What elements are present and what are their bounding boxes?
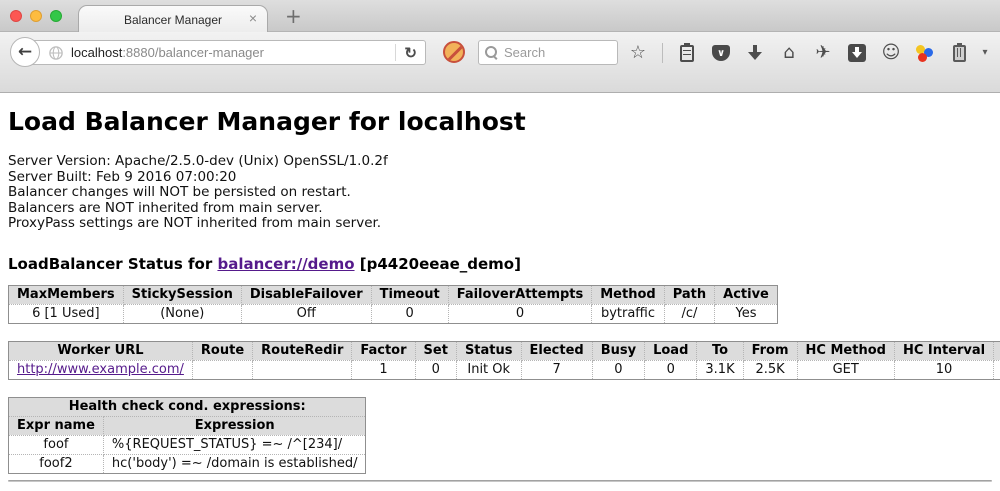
back-button[interactable]: ← [10, 37, 40, 67]
server-built-line: Server Built: Feb 9 2016 07:00:20 [8, 170, 992, 186]
search-icon [485, 46, 498, 59]
traffic-lights [10, 10, 62, 22]
table-header-row: Expr name Expression [9, 416, 366, 435]
zoom-window-button[interactable] [50, 10, 62, 22]
reload-icon[interactable]: ↻ [402, 44, 425, 62]
worker-row: http://www.example.com/ 1 0 Init Ok 7 0 … [9, 360, 1000, 379]
window-titlebar: Balancer Manager × + [0, 0, 1000, 32]
balancer-demo-link[interactable]: balancer://demo [217, 255, 354, 273]
toolbar-buttons: ☆ ∨ ⌂ ✈ ☺ ▾ [628, 39, 1000, 67]
table-header-row: MaxMembers StickySession DisableFailover… [9, 285, 778, 304]
send-tab-icon[interactable]: ✈ [813, 41, 833, 65]
tab-close-icon[interactable]: × [249, 11, 257, 25]
proxypass-note-line: ProxyPass settings are NOT inherited fro… [8, 216, 992, 232]
footer-divider [8, 480, 992, 482]
bookmark-star-icon[interactable]: ☆ [628, 41, 648, 65]
url-path-text: :8880/balancer-manager [122, 45, 264, 60]
tab-title: Balancer Manager [124, 13, 222, 27]
server-info: Server Version: Apache/2.5.0-dev (Unix) … [8, 154, 992, 232]
downloads-icon[interactable] [745, 41, 765, 65]
battery-extension-icon[interactable] [949, 41, 969, 65]
plugin-blocked-icon[interactable] [443, 41, 465, 63]
table-title-row: Health check cond. expressions: [9, 397, 366, 416]
url-bar[interactable]: localhost:8880/balancer-manager ↻ [26, 40, 426, 65]
home-icon[interactable]: ⌂ [779, 41, 799, 65]
toolbar-separator [662, 43, 663, 63]
emoji-smiley-icon[interactable]: ☺ [881, 41, 901, 65]
pocket-icon[interactable]: ∨ [711, 41, 731, 65]
loadbalancer-status-heading: LoadBalancer Status for balancer://demo … [8, 255, 992, 273]
site-identity-globe-icon [49, 46, 63, 60]
url-host-text: localhost [71, 45, 122, 60]
clipboard-icon[interactable] [677, 41, 697, 65]
page-title: Load Balancer Manager for localhost [8, 107, 992, 136]
worker-url-link[interactable]: http://www.example.com/ [17, 362, 184, 377]
browser-tab[interactable]: Balancer Manager × [78, 5, 268, 33]
minimize-window-button[interactable] [30, 10, 42, 22]
balancer-settings-table: MaxMembers StickySession DisableFailover… [8, 285, 778, 324]
table-row: foof %{REQUEST_STATUS} =~ /^[234]/ [9, 435, 366, 454]
worker-table: Worker URL Route RouteRedir Factor Set S… [8, 341, 1000, 380]
health-check-table: Health check cond. expressions: Expr nam… [8, 397, 366, 474]
table-header-row: Worker URL Route RouteRedir Factor Set S… [9, 341, 1000, 360]
persist-note-line: Balancer changes will NOT be persisted o… [8, 185, 992, 201]
balancers-note-line: Balancers are NOT inherited from main se… [8, 201, 992, 217]
navigation-toolbar: localhost:8880/balancer-manager ↻ ← ☆ ∨ … [0, 32, 1000, 93]
table-row: 6 [1 Used] (None) Off 0 0 bytraffic /c/ … [9, 304, 778, 323]
table-row: foof2 hc('body') =~ /domain is establish… [9, 454, 366, 473]
close-window-button[interactable] [10, 10, 22, 22]
server-version-line: Server Version: Apache/2.5.0-dev (Unix) … [8, 154, 992, 170]
search-input[interactable] [504, 45, 611, 60]
page-content: Load Balancer Manager for localhost Serv… [0, 93, 1000, 482]
search-bar[interactable] [478, 40, 618, 65]
new-tab-button[interactable]: + [285, 4, 302, 28]
colored-dots-extension-icon[interactable] [915, 41, 935, 65]
video-download-icon[interactable] [847, 41, 867, 65]
overflow-caret-icon[interactable]: ▾ [975, 41, 995, 65]
